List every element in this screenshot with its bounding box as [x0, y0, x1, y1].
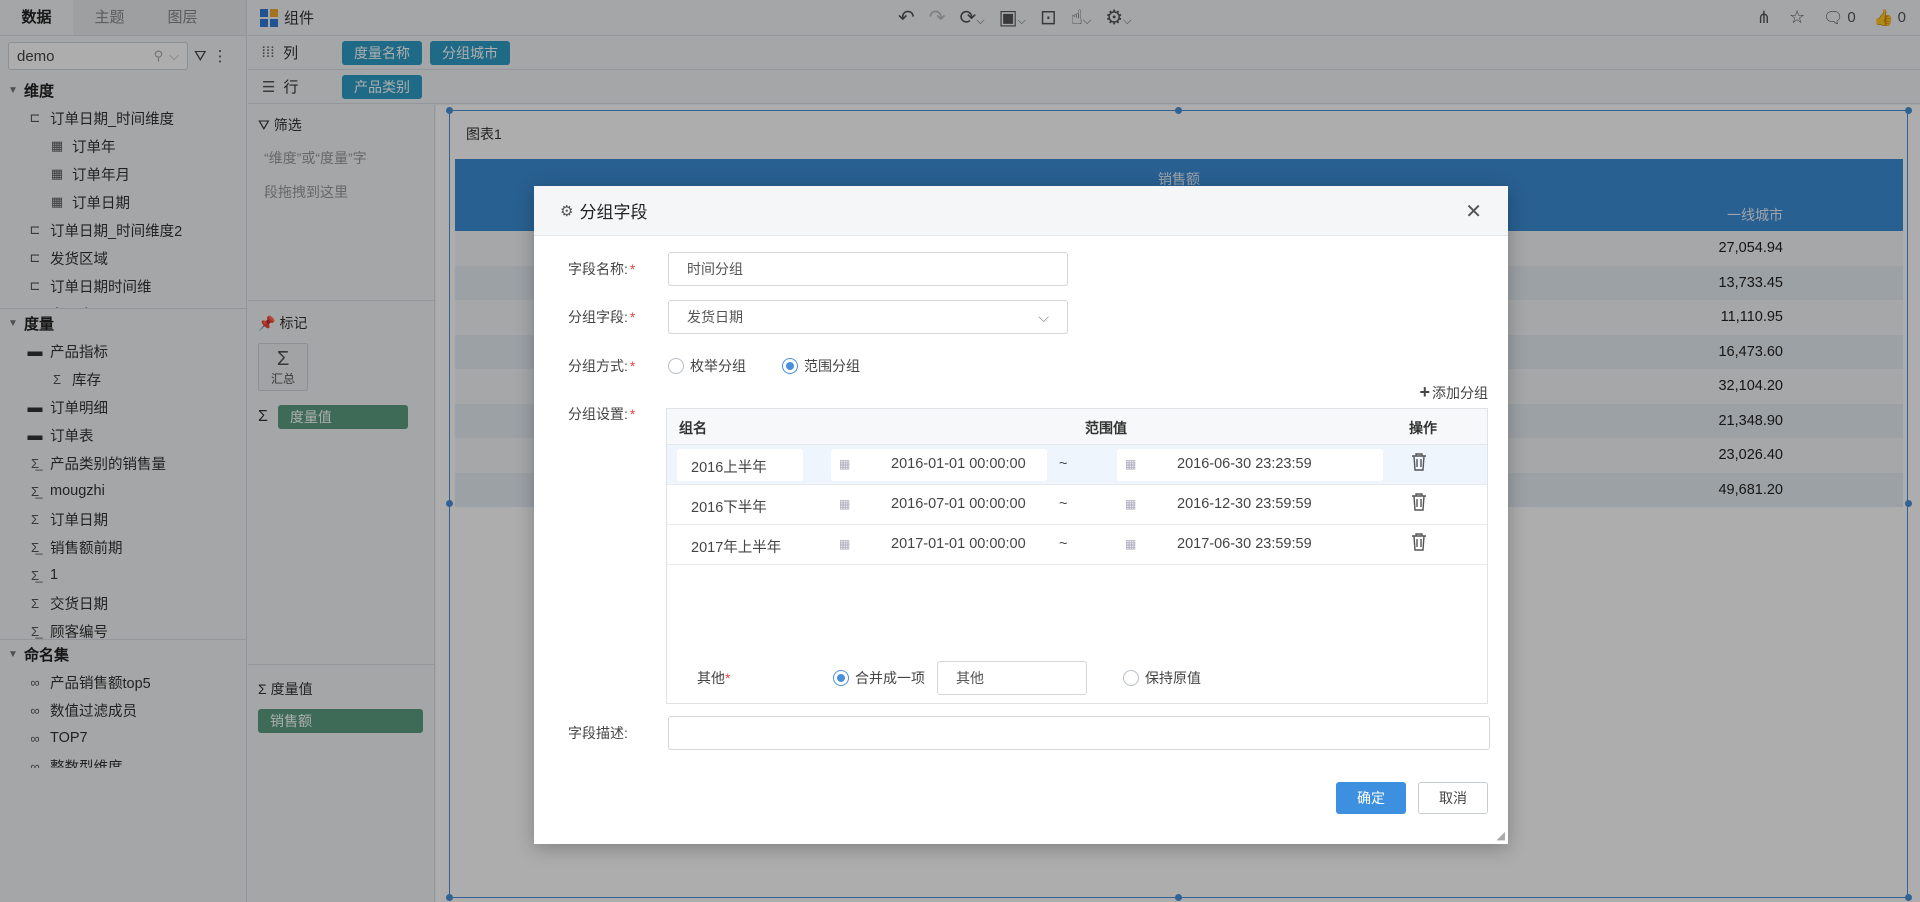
range-start-value: 2017-01-01 00:00:00 [891, 536, 1026, 552]
group-name-value: 2016下半年 [691, 500, 767, 516]
group-row[interactable]: 2017年上半年 ▦ 2017-01-01 00:00:00 ~ ▦ 2017-06-30… [667, 525, 1487, 565]
group-settings-label-text: 分组设置: [568, 406, 628, 422]
group-settings-row: 分组设置: * [568, 404, 668, 424]
range-tilde: ~ [1059, 536, 1068, 552]
group-name-value: 2016上半年 [691, 460, 767, 476]
range-start-value: 2016-01-01 00:00:00 [891, 456, 1026, 472]
other-name-input[interactable]: 其他 [937, 661, 1087, 695]
field-name-label: 字段名称: * [568, 261, 636, 277]
range-start-value: 2016-07-01 00:00:00 [891, 496, 1026, 512]
range-end-value: 2016-12-30 23:59:59 [1177, 496, 1312, 512]
delete-trash-icon[interactable] [1411, 493, 1427, 515]
cancel-button[interactable]: 取消 [1418, 782, 1488, 814]
group-field-label: 分组字段: * [568, 309, 636, 325]
radio-circle [833, 670, 849, 686]
field-name-row: 字段名称: * 时间分组 [568, 252, 1068, 286]
add-group-button[interactable]: + 添加分组 [1419, 382, 1488, 403]
close-icon[interactable]: ✕ [1465, 199, 1482, 224]
plus-icon: + [1419, 382, 1430, 402]
radio-enum-group[interactable]: 枚举分组 [668, 356, 746, 376]
radio-circle [668, 358, 684, 374]
group-row[interactable]: 2016下半年 ▦ 2016-07-01 00:00:00 ~ ▦ 2016-12-30 … [667, 485, 1487, 525]
gear-icon: ⚙ [560, 202, 574, 220]
range-tilde: ~ [1059, 456, 1068, 472]
radio-circle [1123, 670, 1139, 686]
other-label-text: 其他 [697, 670, 725, 686]
dialog-title: 分组字段 [579, 203, 648, 222]
group-field-dialog: ⚙ 分组字段 ✕ 字段名称: * 时间分组 分组字段: * 发货日期 ⌵ 分组方式:… [534, 186, 1508, 844]
group-method-row: 分组方式: * 枚举分组 范围分组 [568, 356, 860, 376]
calendar-icon: ▦ [839, 457, 851, 471]
calendar-icon: ▦ [1125, 497, 1137, 511]
range-end-value: 2016-06-30 23:23:59 [1177, 456, 1312, 472]
group-method-label: 分组方式: * [568, 358, 636, 374]
radio-enum-label: 枚举分组 [690, 358, 746, 374]
range-end-value: 2017-06-30 23:59:59 [1177, 536, 1312, 552]
delete-trash-icon[interactable] [1411, 453, 1427, 475]
description-input[interactable] [668, 716, 1490, 750]
calendar-icon: ▦ [839, 537, 851, 551]
dialog-header: ⚙ 分组字段 ✕ [534, 186, 1508, 236]
group-settings-label: 分组设置: * [568, 406, 636, 422]
radio-range-label: 范围分组 [804, 358, 860, 374]
radio-merge-other[interactable]: 合并成一项 [833, 668, 925, 688]
col-action: 操作 [1409, 420, 1437, 436]
delete-trash-icon[interactable] [1411, 533, 1427, 555]
add-group-label: 添加分组 [1432, 384, 1488, 401]
group-table-header: 组名 范围值 操作 [667, 409, 1487, 445]
calendar-icon: ▦ [1125, 457, 1137, 471]
radio-range-group[interactable]: 范围分组 [782, 356, 860, 376]
radio-circle [782, 358, 798, 374]
description-row: 字段描述: [568, 716, 1490, 750]
chevron-down-icon: ⌵ [1038, 308, 1049, 325]
group-field-select[interactable]: 发货日期 ⌵ [668, 300, 1068, 334]
other-name-value: 其他 [956, 670, 984, 686]
other-row: 其他* 合并成一项 其他 保持原值 [697, 661, 1201, 695]
radio-keep-label: 保持原值 [1145, 670, 1201, 686]
group-table: 组名 范围值 操作 2016上半年 ▦ 2016-01-01 00:00:00 ~ ▦ 2… [666, 408, 1488, 704]
radio-keep-original[interactable]: 保持原值 [1123, 668, 1201, 688]
description-label: 字段描述: [568, 725, 628, 741]
group-table-body: 2016上半年 ▦ 2016-01-01 00:00:00 ~ ▦ 2016-06-30 … [667, 445, 1487, 565]
radio-merge-label: 合并成一项 [855, 670, 925, 686]
field-name-label-text: 字段名称: [568, 261, 628, 277]
confirm-button[interactable]: 确定 [1336, 782, 1406, 814]
group-row[interactable]: 2016上半年 ▦ 2016-01-01 00:00:00 ~ ▦ 2016-06-30 … [667, 445, 1487, 485]
calendar-icon: ▦ [839, 497, 851, 511]
field-name-value: 时间分组 [687, 261, 743, 277]
field-name-input[interactable]: 时间分组 [668, 252, 1068, 286]
col-group-name: 组名 [679, 420, 707, 436]
other-label: 其他* [697, 670, 731, 686]
group-method-label-text: 分组方式: [568, 358, 628, 374]
calendar-icon: ▦ [1125, 537, 1137, 551]
group-field-row: 分组字段: * 发货日期 ⌵ [568, 300, 1068, 334]
resize-grip-icon[interactable]: ◢ [1497, 829, 1505, 842]
group-name-value: 2017年上半年 [691, 540, 782, 556]
col-range: 范围值 [1085, 420, 1127, 436]
group-field-value: 发货日期 [687, 309, 743, 325]
range-tilde: ~ [1059, 496, 1068, 512]
group-field-label-text: 分组字段: [568, 309, 628, 325]
